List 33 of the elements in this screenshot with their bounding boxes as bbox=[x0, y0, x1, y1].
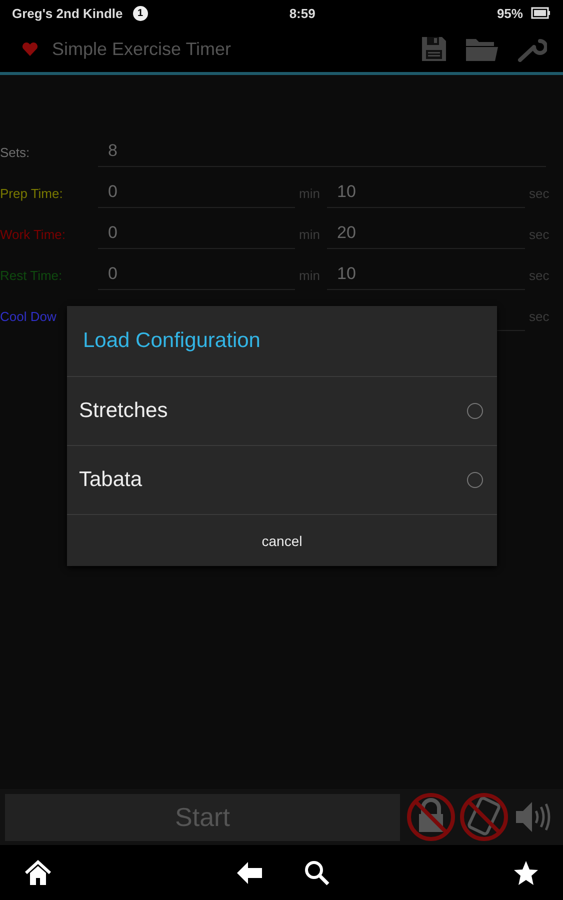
field-label: Cool Dow bbox=[0, 308, 58, 326]
config-option[interactable]: Stretches bbox=[67, 376, 497, 445]
notification-badge[interactable]: 1 bbox=[132, 6, 148, 20]
cancel-button[interactable]: cancel bbox=[67, 514, 497, 566]
battery-percent: 95% bbox=[496, 6, 523, 20]
seconds-field[interactable]: 10 bbox=[327, 177, 525, 208]
field-label: Sets: bbox=[0, 144, 31, 162]
save-icon[interactable] bbox=[421, 36, 447, 62]
option-label: Tabata bbox=[79, 468, 144, 492]
clock: 8:59 bbox=[289, 6, 316, 20]
field-label: Prep Time: bbox=[0, 185, 64, 203]
field-label: Rest Time: bbox=[0, 267, 64, 285]
minutes-field[interactable]: 0 bbox=[98, 177, 295, 208]
seconds-field[interactable]: 20 bbox=[327, 218, 525, 249]
radio-button[interactable] bbox=[467, 403, 483, 419]
option-label: Stretches bbox=[79, 399, 169, 423]
back-arrow-icon[interactable] bbox=[236, 860, 264, 884]
field-label: Work Time: bbox=[0, 226, 66, 244]
star-icon[interactable] bbox=[513, 860, 539, 886]
dialog-title: Load Configuration bbox=[82, 328, 262, 354]
seconds-field[interactable]: 10 bbox=[327, 259, 525, 290]
wrench-icon[interactable] bbox=[517, 36, 547, 62]
home-icon[interactable] bbox=[24, 860, 52, 886]
battery-icon bbox=[530, 7, 551, 19]
folder-icon[interactable] bbox=[465, 36, 499, 62]
minutes-field[interactable]: 0 bbox=[98, 259, 295, 290]
heart-icon bbox=[22, 42, 38, 56]
radio-button[interactable] bbox=[467, 472, 483, 488]
search-icon[interactable] bbox=[304, 860, 330, 886]
device-name: Greg's 2nd Kindle bbox=[12, 6, 123, 20]
sets-field[interactable]: 8 bbox=[98, 136, 546, 167]
app-title: Simple Exercise Timer bbox=[52, 38, 232, 60]
minutes-field[interactable]: 0 bbox=[98, 218, 295, 249]
